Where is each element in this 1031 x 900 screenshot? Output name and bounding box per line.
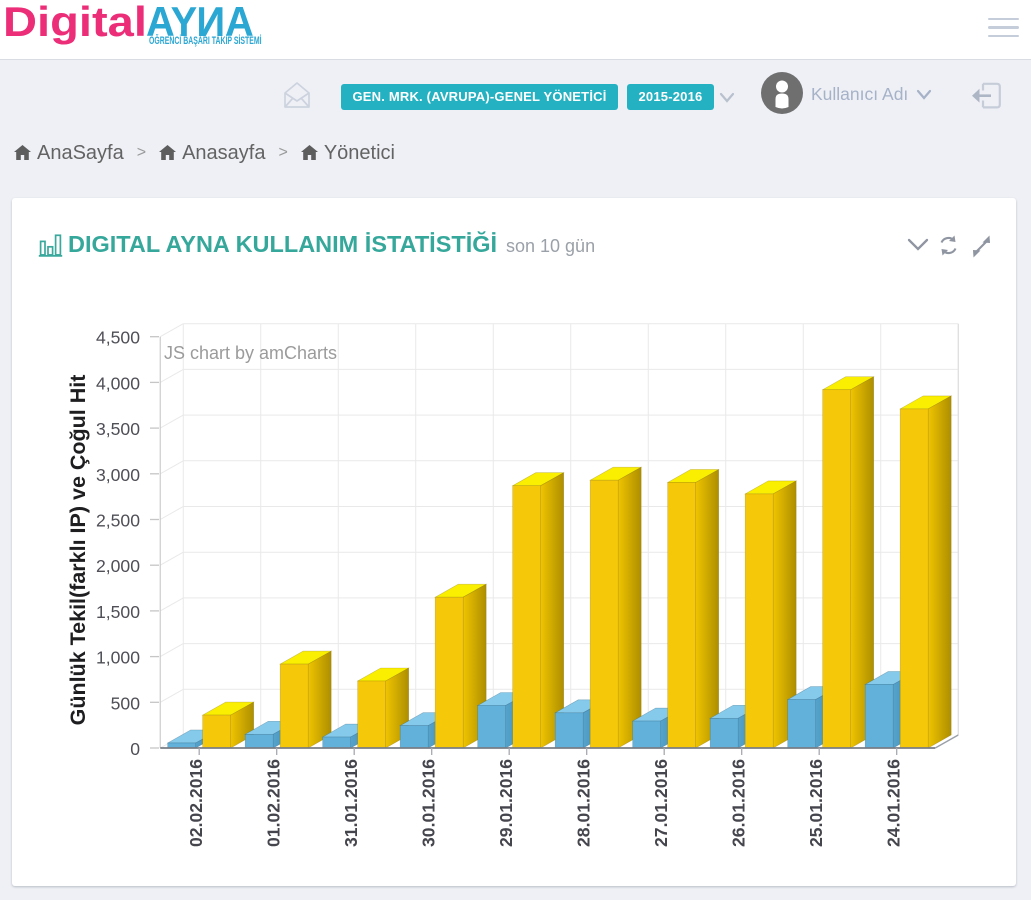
svg-text:25.01.2016: 25.01.2016	[806, 759, 826, 847]
svg-text:26.01.2016: 26.01.2016	[729, 759, 749, 847]
svg-text:0: 0	[130, 739, 140, 759]
svg-text:Günlük Tekil(farklı IP) ve Çoğ: Günlük Tekil(farklı IP) ve Çoğul Hit	[66, 375, 90, 726]
svg-text:01.02.2016: 01.02.2016	[264, 759, 284, 847]
svg-text:24.01.2016: 24.01.2016	[884, 759, 904, 847]
svg-text:JS chart by amCharts: JS chart by amCharts	[164, 343, 337, 363]
svg-text:2,500: 2,500	[96, 511, 140, 531]
svg-text:4,000: 4,000	[96, 373, 140, 393]
svg-text:29.01.2016: 29.01.2016	[496, 759, 516, 847]
svg-text:3,500: 3,500	[96, 419, 140, 439]
svg-text:4,500: 4,500	[96, 328, 140, 348]
svg-text:1,500: 1,500	[96, 602, 140, 622]
svg-text:500: 500	[111, 693, 141, 713]
svg-text:30.01.2016: 30.01.2016	[419, 759, 439, 847]
svg-text:2,000: 2,000	[96, 556, 140, 576]
svg-text:02.02.2016: 02.02.2016	[186, 759, 206, 847]
svg-text:3,000: 3,000	[96, 465, 140, 485]
svg-text:27.01.2016: 27.01.2016	[651, 759, 671, 847]
svg-text:1,000: 1,000	[96, 648, 140, 668]
svg-text:28.01.2016: 28.01.2016	[574, 759, 594, 847]
svg-text:31.01.2016: 31.01.2016	[341, 759, 361, 847]
